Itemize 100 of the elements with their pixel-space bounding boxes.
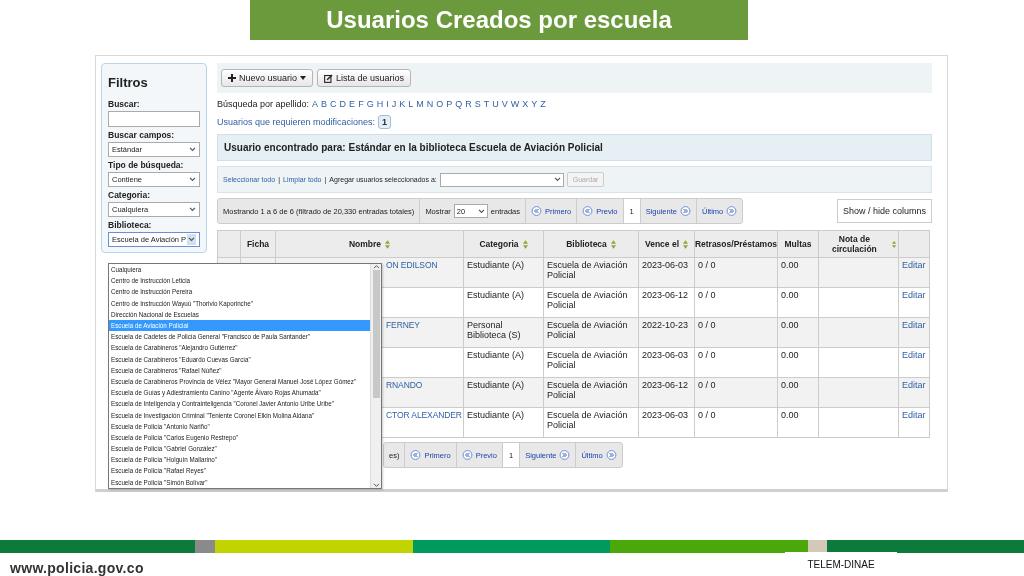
list-select[interactable] (439, 172, 564, 187)
table-cell: 0.00 (781, 290, 799, 300)
chevron-down-icon (477, 208, 485, 214)
column-header[interactable]: Categoria (479, 239, 519, 249)
table-cell: 0.00 (781, 260, 799, 270)
letter-link[interactable]: F (358, 99, 364, 109)
patron-name-link[interactable]: ON EDILSON (386, 260, 438, 270)
dropdown-option[interactable]: Escuela de Policía "Gabriel González" (109, 443, 370, 455)
dropdown-option[interactable]: Escuela de Policía "Antonio Nariño" (109, 420, 370, 432)
table-cell: Estudiante (A) (467, 290, 525, 300)
modifications-link[interactable]: Usuarios que requieren modificaciones: (217, 117, 376, 127)
letter-link[interactable]: C (330, 99, 337, 109)
dropdown-option[interactable]: Escuela de Carabineros "Alejandro Gutiérrez" (109, 342, 370, 354)
table-cell: Estudiante (A) (467, 410, 525, 420)
dropdown-option[interactable]: Escuela de Policía "Carlos Eugenio Restrepo" (109, 431, 370, 443)
letter-link[interactable]: O (436, 99, 444, 109)
chevron-down-icon (189, 207, 196, 212)
show-hide-columns-button[interactable]: Show / hide columns (836, 199, 932, 223)
dropdown-option[interactable]: Escuela de Investigación Criminal "Teniente Coronel Elkin Molina Aldana" (109, 409, 370, 421)
double-right-icon (726, 206, 738, 216)
letter-link[interactable]: G (366, 99, 374, 109)
letter-link[interactable]: S (474, 99, 481, 109)
letter-link[interactable]: P (446, 99, 453, 109)
letter-link[interactable]: R (465, 99, 472, 109)
scroll-up-icon (372, 264, 380, 269)
table-cell: 0.00 (781, 410, 799, 420)
letter-link[interactable]: J (391, 99, 397, 109)
dropdown-option[interactable]: Escuela de Carabineros "Eduardo Cuevas García" (109, 353, 370, 365)
chevron-down-icon (189, 177, 196, 182)
letter-link[interactable]: A (312, 99, 319, 109)
letter-link[interactable]: I (386, 99, 389, 109)
sort-icon (385, 239, 391, 249)
letter-link[interactable]: Z (540, 99, 546, 109)
new-user-button[interactable]: Nuevo usuario (221, 69, 314, 87)
dropdown-option[interactable]: Escuela de Policía "Holguín Mallarino" (109, 454, 370, 466)
letter-link[interactable]: T (483, 99, 490, 109)
patron-name-link[interactable]: CTOR ALEXANDER (386, 410, 462, 420)
letter-link[interactable]: K (399, 99, 406, 109)
field-label: Buscar: (108, 99, 141, 109)
sort-icon (891, 239, 896, 249)
letter-link[interactable]: Y (531, 99, 538, 109)
plus-icon (228, 74, 236, 82)
sort-icon (610, 239, 616, 249)
edit-icon (324, 73, 334, 83)
letter-link[interactable]: H (376, 99, 384, 109)
letter-link[interactable]: U (492, 99, 499, 109)
letter-link[interactable]: E (349, 99, 356, 109)
patron-name-link[interactable]: RNANDO (386, 380, 423, 390)
dropdown-option[interactable]: Escuela de Inteligencia y Contrainteligencia "Coronel Javier Antonio Uribe Uribe" (109, 398, 370, 410)
user-list-button[interactable]: Lista de usuarios (317, 69, 412, 87)
column-header[interactable]: Biblioteca (566, 239, 607, 249)
letter-link[interactable]: N (426, 99, 434, 109)
dropdown-option[interactable]: Escuela de Carabineros Provincia de Vélez "Mayor General Manuel José López Gómez" (109, 375, 370, 388)
letter-link[interactable]: L (408, 99, 414, 109)
column-header[interactable]: Nombre (348, 239, 382, 249)
dropdown-option[interactable]: Centro de Instrucción Leticia (109, 275, 370, 287)
table-cell: 2023-06-03 (642, 350, 689, 360)
patron-name-link[interactable]: FERNEY (386, 320, 420, 330)
surname-search-label: Búsqueda por apellido: (217, 99, 310, 109)
dropdown-option[interactable]: Escuela de Guías y Adiestramiento Canino "Agente Álvaro Rojas Ahumada" (109, 387, 370, 399)
letter-link[interactable]: V (501, 99, 508, 109)
dropdown-option[interactable]: Escuela de Carabineros "Rafael Núñez" (109, 364, 370, 376)
dropdown-option[interactable]: Dirección Nacional de Escuelas (109, 308, 370, 320)
dropdown-option[interactable]: Centro de Instrucción Wayuú "Thorivio Kaporinche" (109, 297, 370, 309)
chevron-down-icon (188, 237, 195, 242)
dropdown-option[interactable]: Centro de Instrucción Pereira (109, 286, 370, 298)
letter-link[interactable]: X (522, 99, 529, 109)
letter-link[interactable]: B (321, 99, 328, 109)
dropdown-option[interactable]: Cualquiera (109, 264, 370, 276)
column-header[interactable]: Retrasos/Préstamos (694, 239, 778, 249)
letter-link[interactable]: M (416, 99, 424, 109)
table-cell: 2023-06-12 (642, 290, 689, 300)
scroll-down-icon (372, 483, 380, 488)
double-left-icon (531, 206, 542, 216)
result-heading: Usuario encontrado para: Estándar en la biblioteca Escuela de Aviación Policial (217, 134, 932, 161)
search-field[interactable] (108, 111, 200, 127)
table-cell: 2023-06-12 (642, 380, 689, 390)
dropdown-option[interactable]: Escuela de Policía "Simón Bolívar" (109, 476, 370, 488)
scrollbar[interactable] (370, 264, 381, 488)
chevron-down-icon (553, 177, 561, 182)
sort-icon (683, 239, 688, 249)
letter-link[interactable]: Q (455, 99, 463, 109)
column-header[interactable]: Nota de circulación (821, 234, 888, 254)
column-header[interactable]: Multas (784, 239, 812, 249)
table-cell: 0 / 0 (698, 290, 716, 300)
table-cell: Estudiante (A) (467, 350, 525, 360)
sort-icon (522, 239, 528, 249)
count-badge[interactable]: 1 (378, 115, 392, 129)
dropdown-option[interactable]: Escuela de Policía "Rafael Reyes" (109, 465, 370, 477)
column-header[interactable]: Ficha (246, 239, 270, 249)
letter-link[interactable]: W (510, 99, 520, 109)
table-cell: 0 / 0 (698, 320, 716, 330)
letter-link[interactable]: D (339, 99, 347, 109)
column-header[interactable]: Vence el (645, 239, 679, 249)
chevron-down-icon (189, 147, 196, 152)
dropdown-option[interactable]: Escuela de Cadetes de Policía General "Francisco de Paula Santander" (109, 331, 370, 343)
table-cell: 2023-06-03 (642, 260, 689, 270)
website-url: www.policia.gov.co (10, 560, 144, 576)
table-cell: Escuela de Aviación Policial (547, 320, 628, 340)
field-label: Buscar campos: (108, 130, 176, 140)
